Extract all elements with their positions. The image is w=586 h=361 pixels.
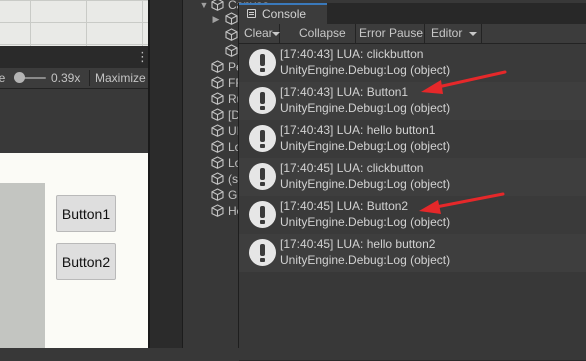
log-message: [17:40:45] LUA: Button2 <box>280 199 409 213</box>
log-message: [17:40:45] LUA: hello button2 <box>280 237 436 251</box>
gameobject-cube-icon <box>211 172 224 185</box>
console-log-entry[interactable]: [17:40:45] LUA: clickbutton UnityEngine.D… <box>239 158 586 196</box>
console-title-bar[interactable]: Console <box>239 3 586 24</box>
game-view-tab-strip <box>0 46 148 68</box>
game-view-panel: ⋮ le 0.39x Maximize Button1 Button2 <box>0 0 149 348</box>
console-window: Console Clear Collapse Error Pause Edito… <box>238 3 586 361</box>
scale-slider-thumb[interactable] <box>14 72 25 83</box>
clear-label: Clear <box>244 26 273 40</box>
console-log-entry[interactable]: [17:40:45] LUA: hello button2 UnityEngine… <box>239 234 586 272</box>
console-log-entry[interactable]: [17:40:43] LUA: clickbutton UnityEngine.D… <box>239 44 586 82</box>
console-log-entry[interactable]: [17:40:43] LUA: hello button1 UnityEngine… <box>239 120 586 158</box>
scene-grid-view[interactable] <box>0 0 148 46</box>
log-stacktrace: UnityEngine.Debug:Log (object) <box>280 63 451 77</box>
gameobject-cube-icon <box>211 188 224 201</box>
info-log-icon <box>249 163 276 190</box>
game-button-1[interactable]: Button1 <box>56 195 116 232</box>
info-log-icon <box>249 49 276 76</box>
editor-target-dropdown[interactable]: Editor <box>425 24 482 43</box>
console-tab-label: Console <box>262 7 307 21</box>
log-stacktrace: UnityEngine.Debug:Log (object) <box>280 253 451 267</box>
info-log-icon <box>249 239 276 266</box>
log-message: [17:40:43] LUA: clickbutton <box>280 47 424 61</box>
game-button-2[interactable]: Button2 <box>56 243 116 280</box>
clear-button[interactable]: Clear <box>239 24 280 43</box>
info-log-icon <box>249 87 276 114</box>
panel-gutter <box>150 0 183 348</box>
log-stacktrace: UnityEngine.Debug:Log (object) <box>280 101 451 115</box>
maximize-on-play-button[interactable]: Maximize <box>95 70 146 86</box>
gray-ui-panel <box>0 183 45 348</box>
hierarchy-item-label: (s <box>228 172 238 186</box>
log-stacktrace: UnityEngine.Debug:Log (object) <box>280 215 451 229</box>
console-log-entry[interactable]: [17:40:43] LUA: Button1 UnityEngine.Debug… <box>239 82 586 120</box>
gameobject-cube-icon <box>211 92 224 105</box>
log-message: [17:40:43] LUA: hello button1 <box>280 123 436 137</box>
editor-label: Editor <box>431 26 463 40</box>
gameobject-cube-icon <box>225 28 238 41</box>
gameobject-cube-icon <box>211 108 224 121</box>
log-stacktrace: UnityEngine.Debug:Log (object) <box>280 139 451 153</box>
gameobject-cube-icon <box>225 12 238 25</box>
console-log-entry[interactable]: [17:40:45] LUA: Button2 UnityEngine.Debug… <box>239 196 586 234</box>
log-message: [17:40:43] LUA: Button1 <box>280 85 409 99</box>
game-view-background <box>0 89 148 153</box>
gameobject-cube-icon <box>211 204 224 217</box>
console-log-list[interactable]: [17:40:43] LUA: clickbutton UnityEngine.D… <box>239 44 586 361</box>
toolbar-divider <box>89 70 90 86</box>
gameobject-cube-icon <box>211 60 224 73</box>
kebab-menu-icon[interactable]: ⋮ <box>136 49 149 65</box>
console-toolbar: Clear Collapse Error Pause Editor <box>239 24 586 44</box>
game-view-toolbar: le 0.39x Maximize <box>0 68 148 89</box>
gameobject-cube-icon <box>211 156 224 169</box>
error-pause-label: Error Pause <box>359 26 424 40</box>
info-log-icon <box>249 125 276 152</box>
error-pause-toggle[interactable]: Error Pause <box>355 24 425 43</box>
expand-arrow-right-icon[interactable]: ▶ <box>211 11 221 27</box>
collapse-toggle[interactable]: Collapse <box>286 24 356 43</box>
collapse-label: Collapse <box>299 26 346 40</box>
expand-arrow-down-icon[interactable]: ▼ <box>199 0 209 13</box>
info-log-icon <box>249 201 276 228</box>
console-icon <box>247 9 256 18</box>
gameobject-cube-icon <box>211 124 224 137</box>
gameobject-cube-icon <box>211 76 224 89</box>
log-stacktrace: UnityEngine.Debug:Log (object) <box>280 177 451 191</box>
game-canvas: Button1 Button2 <box>0 153 148 348</box>
tab-console[interactable]: Console <box>239 3 327 24</box>
gameobject-cube-icon <box>211 140 224 153</box>
scale-label: le <box>0 71 6 85</box>
chevron-down-icon <box>469 32 477 36</box>
scale-value: 0.39x <box>51 71 81 85</box>
log-message: [17:40:45] LUA: clickbutton <box>280 161 424 175</box>
gameobject-cube-icon <box>211 0 224 11</box>
gameobject-cube-icon <box>225 44 238 57</box>
chevron-down-icon[interactable] <box>272 32 280 36</box>
